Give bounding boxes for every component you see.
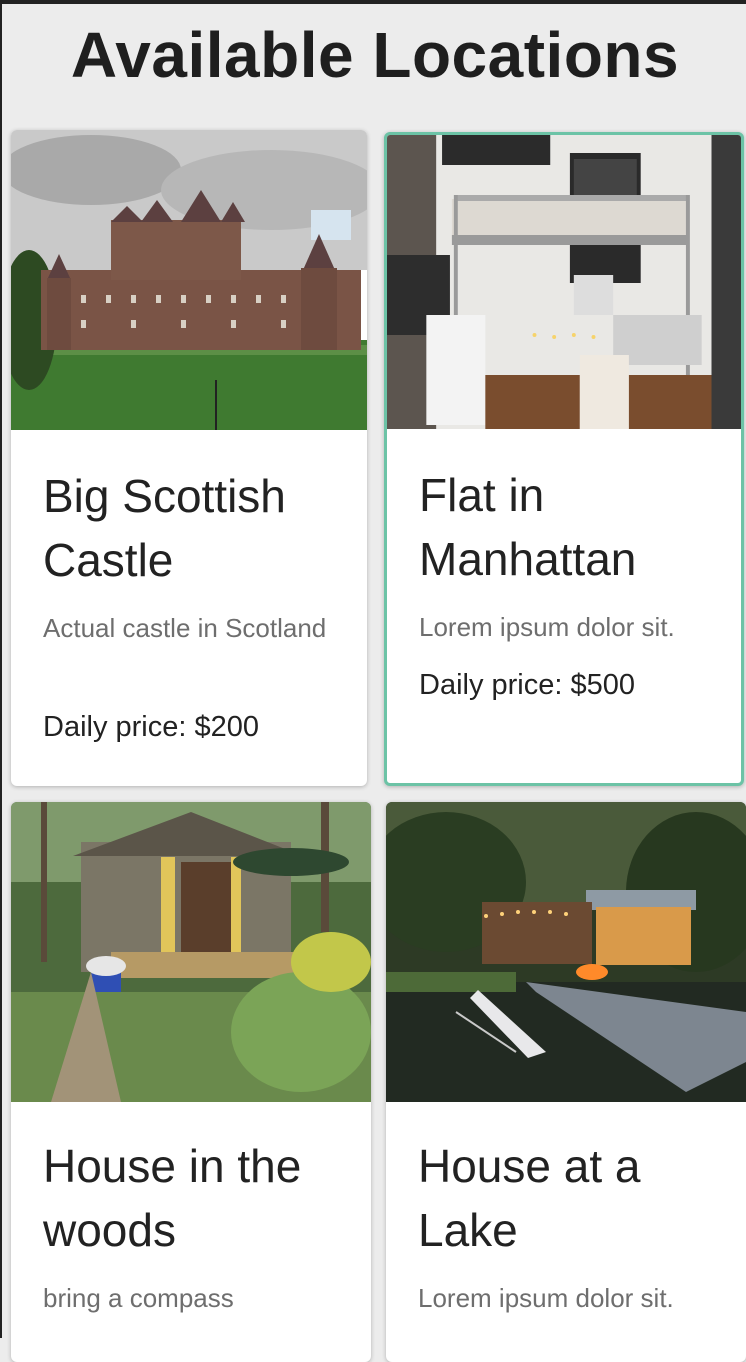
location-card-castle[interactable]: Big Scottish Castle Actual castle in Sco… <box>11 130 367 786</box>
page-title: Available Locations <box>70 19 680 91</box>
card-description: bring a compass <box>43 1283 234 1313</box>
card-title: House at a Lake <box>418 1140 641 1256</box>
card-price: Daily price: $500 <box>419 669 635 701</box>
card-title: Flat in Manhattan <box>419 469 637 585</box>
location-card-lake[interactable]: House at a Lake Lorem ipsum dolor sit. <box>386 802 746 1362</box>
card-title: House in the woods <box>43 1140 302 1256</box>
card-description: Actual castle in Scotland <box>43 613 327 643</box>
lake-house-photo <box>386 802 746 1102</box>
forest-cabin-photo <box>11 802 371 1102</box>
card-description: Lorem ipsum dolor sit. <box>418 1283 674 1313</box>
card-description: Lorem ipsum dolor sit. <box>419 612 675 642</box>
location-card-woods[interactable]: House in the woods bring a compass <box>11 802 371 1362</box>
card-price: Daily price: $200 <box>43 711 259 743</box>
card-title: Big Scottish Castle <box>43 470 286 586</box>
castle-photo <box>11 130 367 430</box>
loft-apartment-photo <box>387 135 741 429</box>
location-card-manhattan[interactable]: Flat in Manhattan Lorem ipsum dolor sit.… <box>384 132 744 786</box>
app-frame: Available Locations Big Scottish Castle … <box>0 0 746 1362</box>
